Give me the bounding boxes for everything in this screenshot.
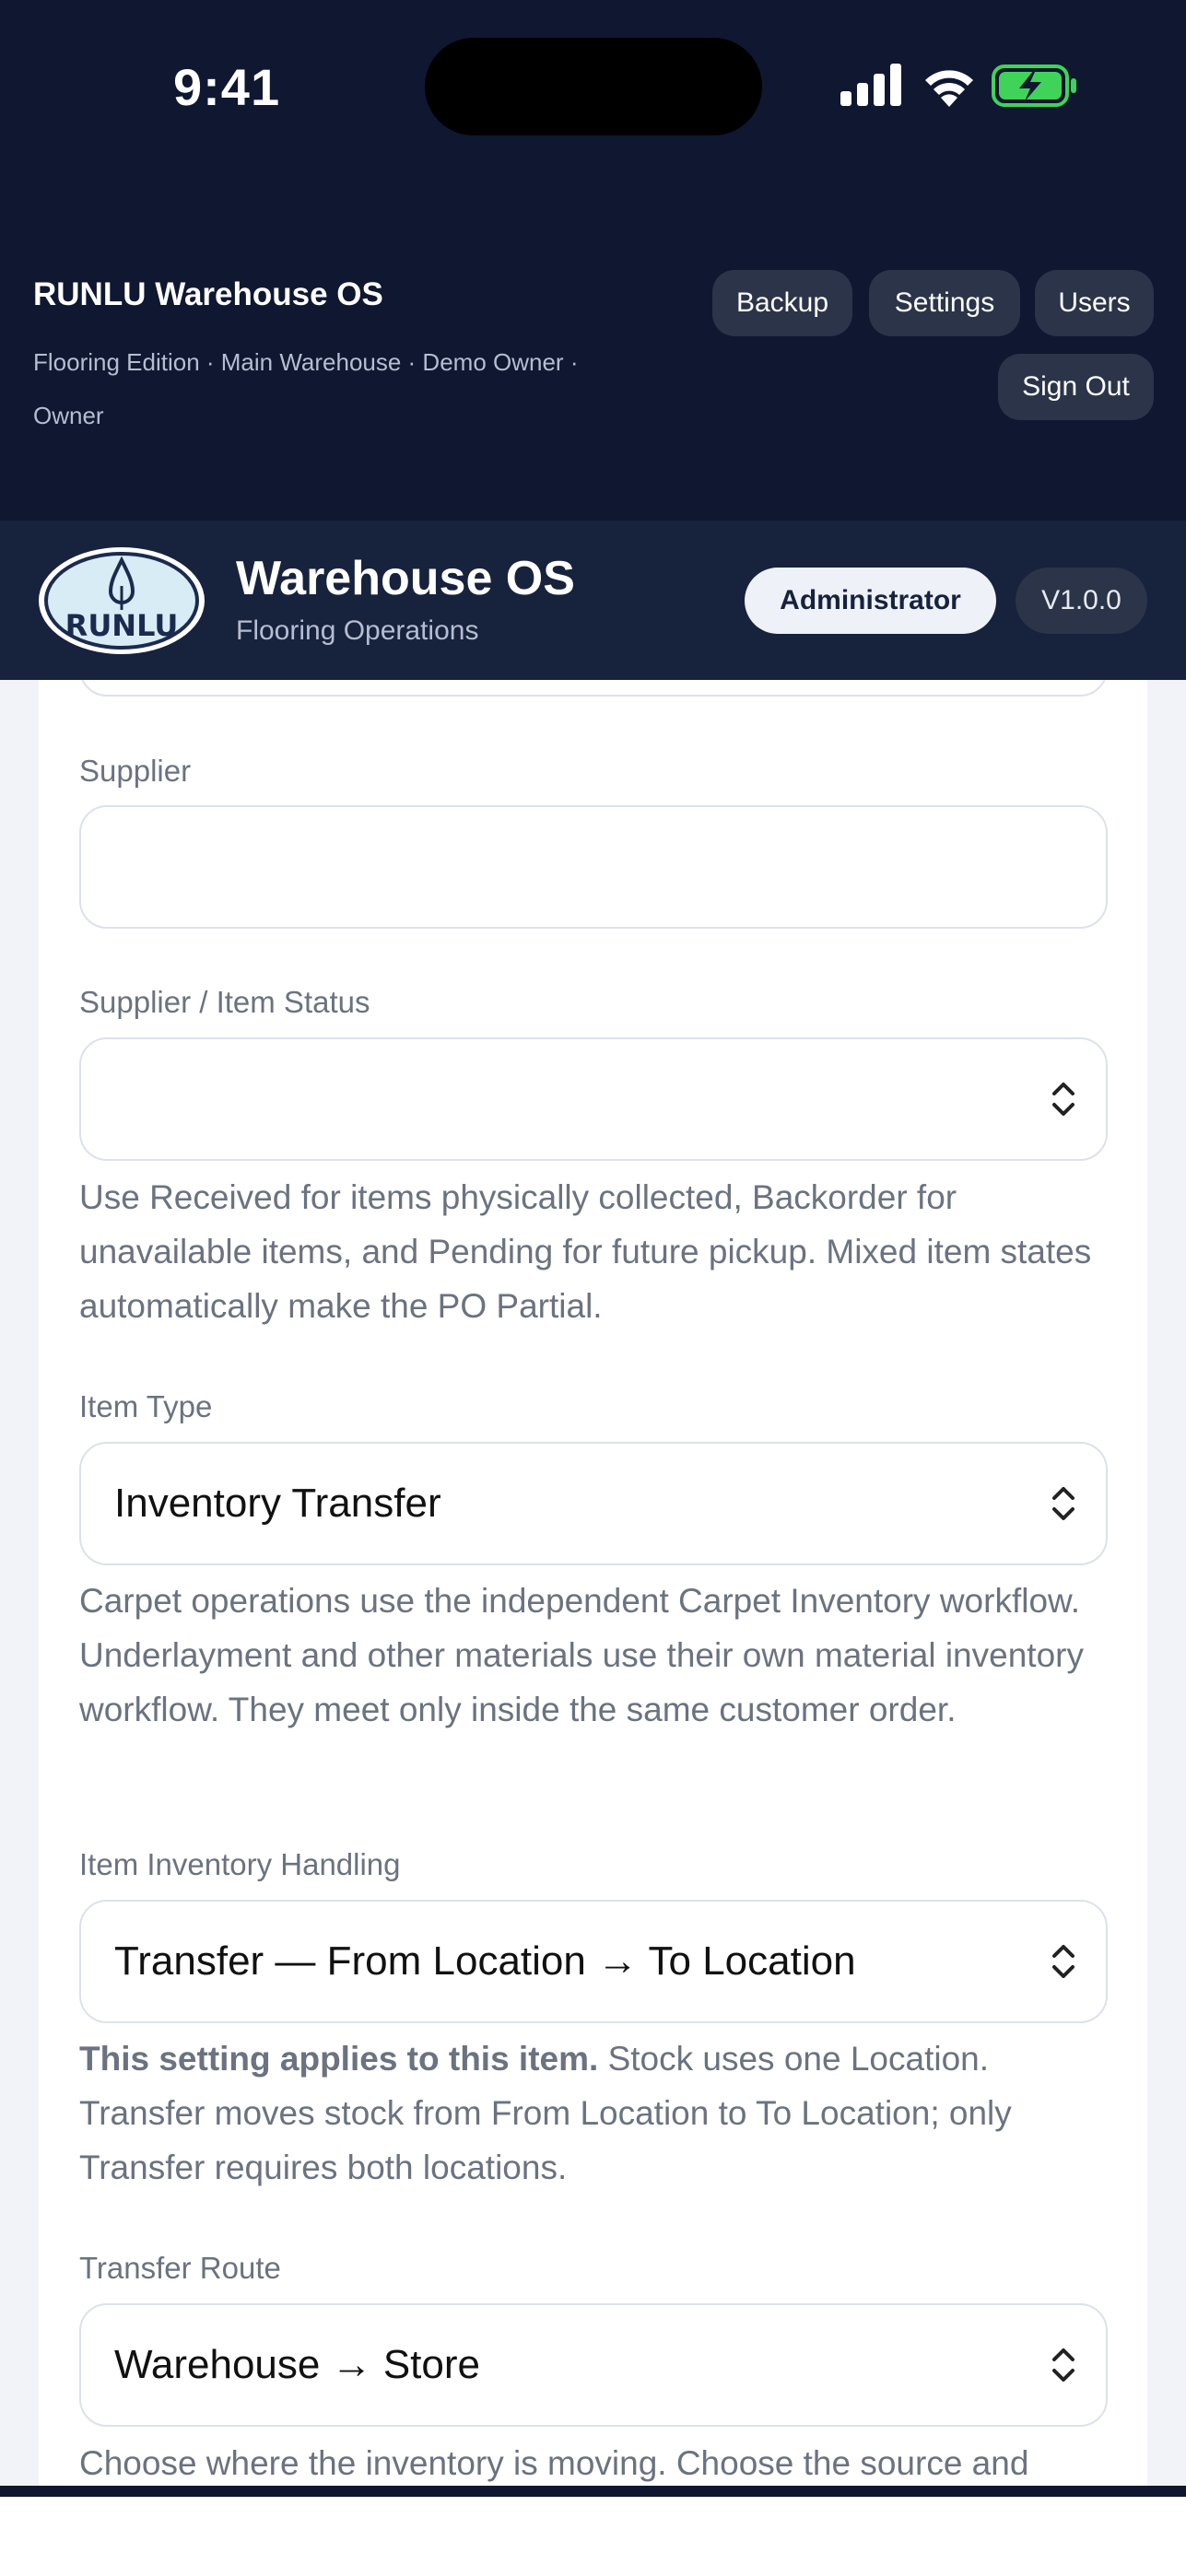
battery-charging-icon	[992, 64, 1076, 107]
app-title: RUNLU Warehouse OS	[33, 276, 383, 312]
supplier-label: Supplier	[79, 754, 192, 788]
inventory-handling-label: Item Inventory Handling	[79, 1847, 401, 1881]
brand-title: Warehouse OS	[236, 552, 575, 605]
chevron-up-down-icon	[1052, 1945, 1074, 1978]
item-type-select[interactable]: Inventory Transfer	[79, 1442, 1108, 1565]
supplier-status-help: Use Received for items physically collec…	[79, 1178, 1092, 1325]
brand-subtitle: Flooring Operations	[236, 615, 479, 646]
item-type-label: Item Type	[79, 1389, 213, 1423]
inventory-handling-value: Transfer — From Location → To Location	[114, 1938, 856, 1984]
status-time: 9:41	[173, 58, 281, 116]
users-button[interactable]: Users	[1035, 270, 1154, 336]
inventory-handling-help: This setting applies to this item. Stock…	[79, 2032, 1108, 2195]
chevron-up-down-icon	[1052, 1487, 1074, 1520]
backup-button[interactable]: Backup	[712, 270, 852, 336]
supplier-status-select[interactable]	[79, 1037, 1108, 1161]
transfer-route-label: Transfer Route	[79, 2251, 281, 2285]
bottom-divider	[0, 2486, 1186, 2497]
chevron-up-down-icon	[1052, 2348, 1074, 2382]
runlu-logo: RUNLU	[39, 547, 205, 654]
inventory-handling-help-bold: This setting applies to this item.	[79, 2040, 599, 2078]
inventory-handling-select[interactable]: Transfer — From Location → To Location	[79, 1900, 1108, 2023]
sign-out-button[interactable]: Sign Out	[998, 354, 1154, 420]
dynamic-island	[425, 38, 762, 135]
app-subtitle: Flooring Edition · Main Warehouse · Demo…	[33, 348, 579, 429]
transfer-route-help: Choose where the inventory is moving. Ch…	[79, 2444, 1029, 2482]
version-badge: V1.0.0	[1016, 568, 1147, 634]
transfer-route-value: Warehouse → Store	[114, 2342, 480, 2387]
item-type-value: Inventory Transfer	[114, 1481, 441, 1526]
role-badge: Administrator	[745, 568, 996, 634]
item-type-help: Carpet operations use the independent Ca…	[79, 1582, 1084, 1728]
supplier-input[interactable]	[79, 805, 1108, 929]
supplier-status-label: Supplier / Item Status	[79, 985, 370, 1019]
chevron-up-down-icon	[1052, 1083, 1074, 1116]
cellular-signal-icon	[840, 64, 901, 106]
settings-button[interactable]: Settings	[869, 270, 1020, 336]
bottom-area	[0, 2497, 1186, 2576]
svg-text:RUNLU: RUNLU	[65, 608, 179, 643]
transfer-route-select[interactable]: Warehouse → Store	[79, 2303, 1108, 2427]
wifi-icon	[925, 70, 973, 107]
